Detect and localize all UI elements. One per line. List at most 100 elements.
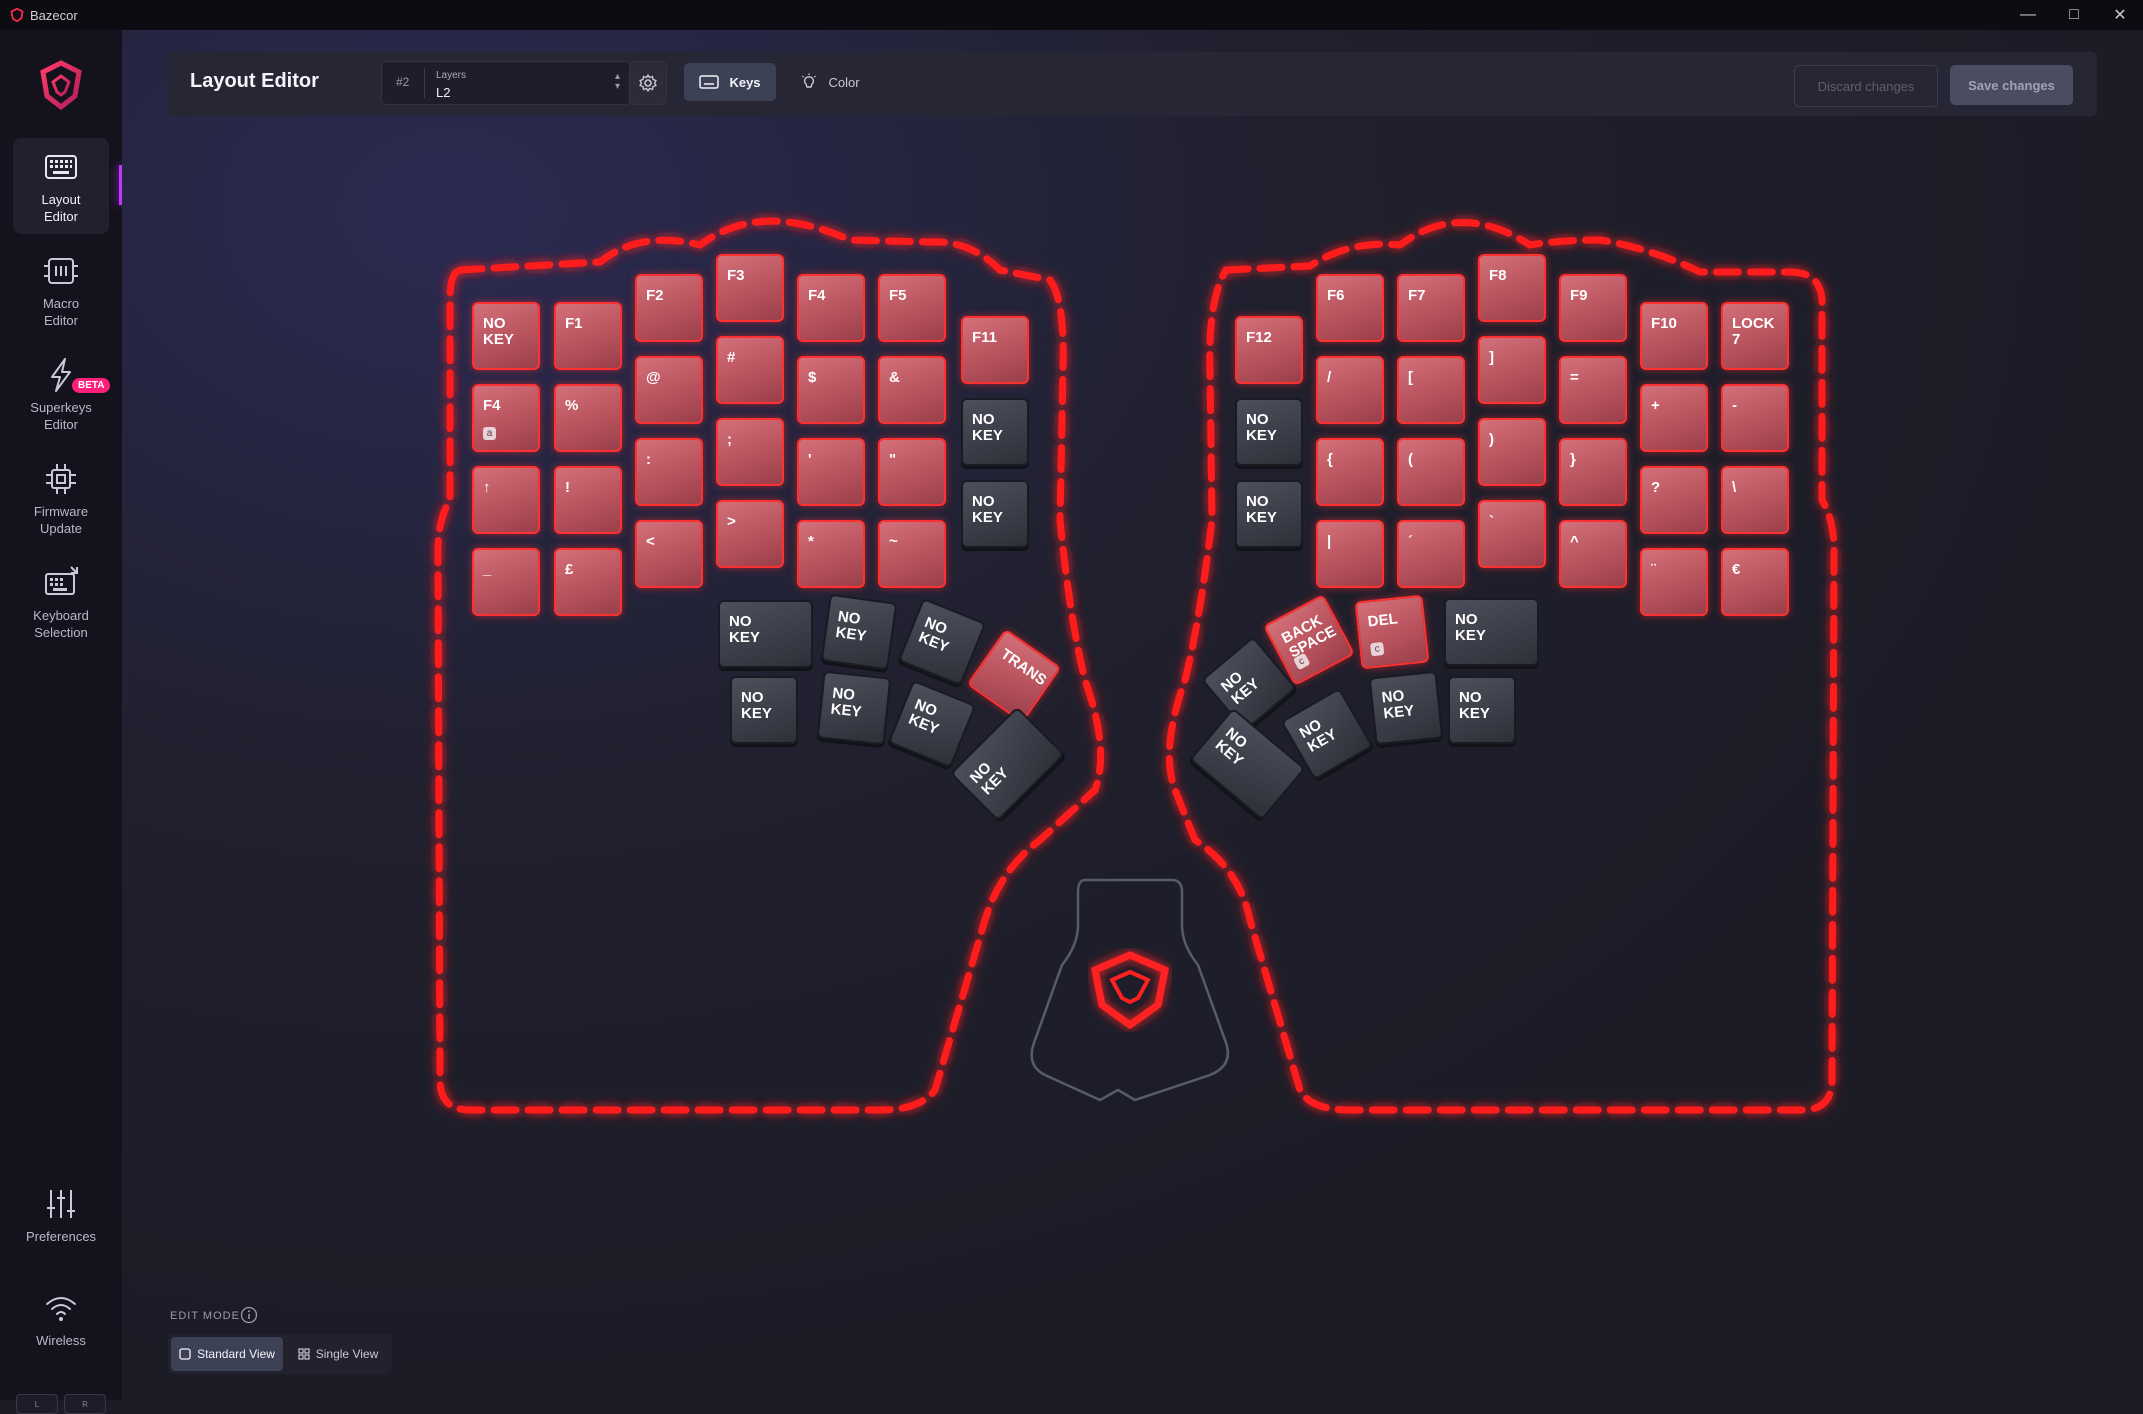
- key[interactable]: LOCK 7: [1721, 302, 1789, 370]
- key-label: NO KEY: [1217, 668, 1263, 708]
- key[interactable]: &: [878, 356, 946, 424]
- neuron-dock: [1030, 878, 1230, 1102]
- key-label: £: [565, 561, 574, 578]
- thumb-key[interactable]: DEL c: [1354, 594, 1430, 670]
- key[interactable]: |: [1316, 520, 1384, 588]
- key[interactable]: /: [1316, 356, 1384, 424]
- key[interactable]: €: [1721, 548, 1789, 616]
- key-label: `: [1489, 513, 1494, 530]
- key[interactable]: }: [1559, 438, 1627, 506]
- key[interactable]: *: [797, 520, 865, 588]
- key[interactable]: ]: [1478, 336, 1546, 404]
- key[interactable]: -: [1721, 384, 1789, 452]
- key-label: /: [1327, 369, 1332, 386]
- single-view-button[interactable]: Single View: [288, 1337, 388, 1371]
- key[interactable]: NO KEY: [472, 302, 540, 370]
- key[interactable]: F1: [554, 302, 622, 370]
- key[interactable]: _: [472, 548, 540, 616]
- key[interactable]: ?: [1640, 466, 1708, 534]
- key-label: =: [1570, 369, 1579, 386]
- key-label: {: [1327, 451, 1333, 468]
- key-label: ": [889, 451, 897, 468]
- info-icon[interactable]: [240, 1306, 258, 1324]
- key[interactable]: ): [1478, 418, 1546, 486]
- key[interactable]: +: [1640, 384, 1708, 452]
- key[interactable]: \: [1721, 466, 1789, 534]
- key-label: NO KEY: [916, 613, 952, 657]
- standard-view-icon: [179, 1348, 191, 1360]
- thumb-key[interactable]: NO KEY: [816, 670, 892, 746]
- key[interactable]: ¨: [1640, 548, 1708, 616]
- single-view-label: Single View: [315, 1347, 379, 1361]
- thumb-key[interactable]: NO KEY: [718, 600, 813, 668]
- key-label: NO KEY: [729, 613, 760, 646]
- key[interactable]: F11: [961, 316, 1029, 384]
- key[interactable]: F12: [1235, 316, 1303, 384]
- key[interactable]: ;: [716, 418, 784, 486]
- key[interactable]: NO KEY: [961, 480, 1029, 548]
- key[interactable]: <: [635, 520, 703, 588]
- key-label: ?: [1651, 479, 1661, 496]
- key-label: ~: [889, 533, 898, 550]
- key[interactable]: $: [797, 356, 865, 424]
- key-label: F3: [727, 267, 745, 284]
- thumb-key[interactable]: NO KEY: [1448, 676, 1516, 744]
- key[interactable]: NO KEY: [1235, 480, 1303, 548]
- key-label: NO KEY: [1459, 689, 1490, 722]
- key[interactable]: #: [716, 336, 784, 404]
- key[interactable]: ": [878, 438, 946, 506]
- key-label: NO KEY: [1380, 687, 1416, 723]
- standard-view-button[interactable]: Standard View: [171, 1337, 283, 1371]
- key-label: €: [1732, 561, 1741, 578]
- key[interactable]: F9: [1559, 274, 1627, 342]
- key-label: &: [889, 369, 900, 386]
- key[interactable]: ´: [1397, 520, 1465, 588]
- key-label: _: [483, 561, 492, 578]
- thumb-key[interactable]: NO KEY: [1368, 670, 1444, 746]
- key[interactable]: NO KEY: [1235, 398, 1303, 466]
- key[interactable]: ↑: [472, 466, 540, 534]
- key-label: F6: [1327, 287, 1345, 304]
- thumb-key[interactable]: NO KEY: [820, 593, 898, 671]
- edit-mode-label: EDIT MODE: [170, 1310, 240, 1322]
- key[interactable]: >: [716, 500, 784, 568]
- key[interactable]: F6: [1316, 274, 1384, 342]
- key-label: LOCK 7: [1732, 315, 1775, 348]
- thumb-key[interactable]: NO KEY: [730, 676, 798, 744]
- key[interactable]: F4: [797, 274, 865, 342]
- key[interactable]: NO KEY: [961, 398, 1029, 466]
- key[interactable]: ~: [878, 520, 946, 588]
- key[interactable]: F3: [716, 254, 784, 322]
- key-label: ]: [1489, 349, 1494, 366]
- key[interactable]: F8: [1478, 254, 1546, 322]
- key[interactable]: F10: [1640, 302, 1708, 370]
- key-label: NO KEY: [741, 689, 772, 722]
- key[interactable]: ^: [1559, 520, 1627, 588]
- thumb-key[interactable]: NO KEY: [1444, 598, 1539, 666]
- key-label: F1: [565, 315, 583, 332]
- key[interactable]: F5: [878, 274, 946, 342]
- key[interactable]: `: [1478, 500, 1546, 568]
- key-label: %: [565, 397, 579, 414]
- key[interactable]: {: [1316, 438, 1384, 506]
- key-label: NO KEY: [1455, 611, 1486, 644]
- battery-right-label: R: [82, 1399, 88, 1409]
- key[interactable]: F2: [635, 274, 703, 342]
- key-label: F5: [889, 287, 907, 304]
- key[interactable]: [: [1397, 356, 1465, 424]
- key[interactable]: %: [554, 384, 622, 452]
- key-label: ^: [1570, 533, 1579, 550]
- key[interactable]: £: [554, 548, 622, 616]
- key[interactable]: F7: [1397, 274, 1465, 342]
- key[interactable]: ': [797, 438, 865, 506]
- key-label: F10: [1651, 315, 1677, 332]
- key[interactable]: @: [635, 356, 703, 424]
- key[interactable]: (: [1397, 438, 1465, 506]
- key[interactable]: F4 a: [472, 384, 540, 452]
- key[interactable]: :: [635, 438, 703, 506]
- key-label: F2: [646, 287, 664, 304]
- key[interactable]: !: [554, 466, 622, 534]
- key-label: ;: [727, 431, 732, 448]
- key[interactable]: =: [1559, 356, 1627, 424]
- battery-left-label: L: [34, 1399, 40, 1409]
